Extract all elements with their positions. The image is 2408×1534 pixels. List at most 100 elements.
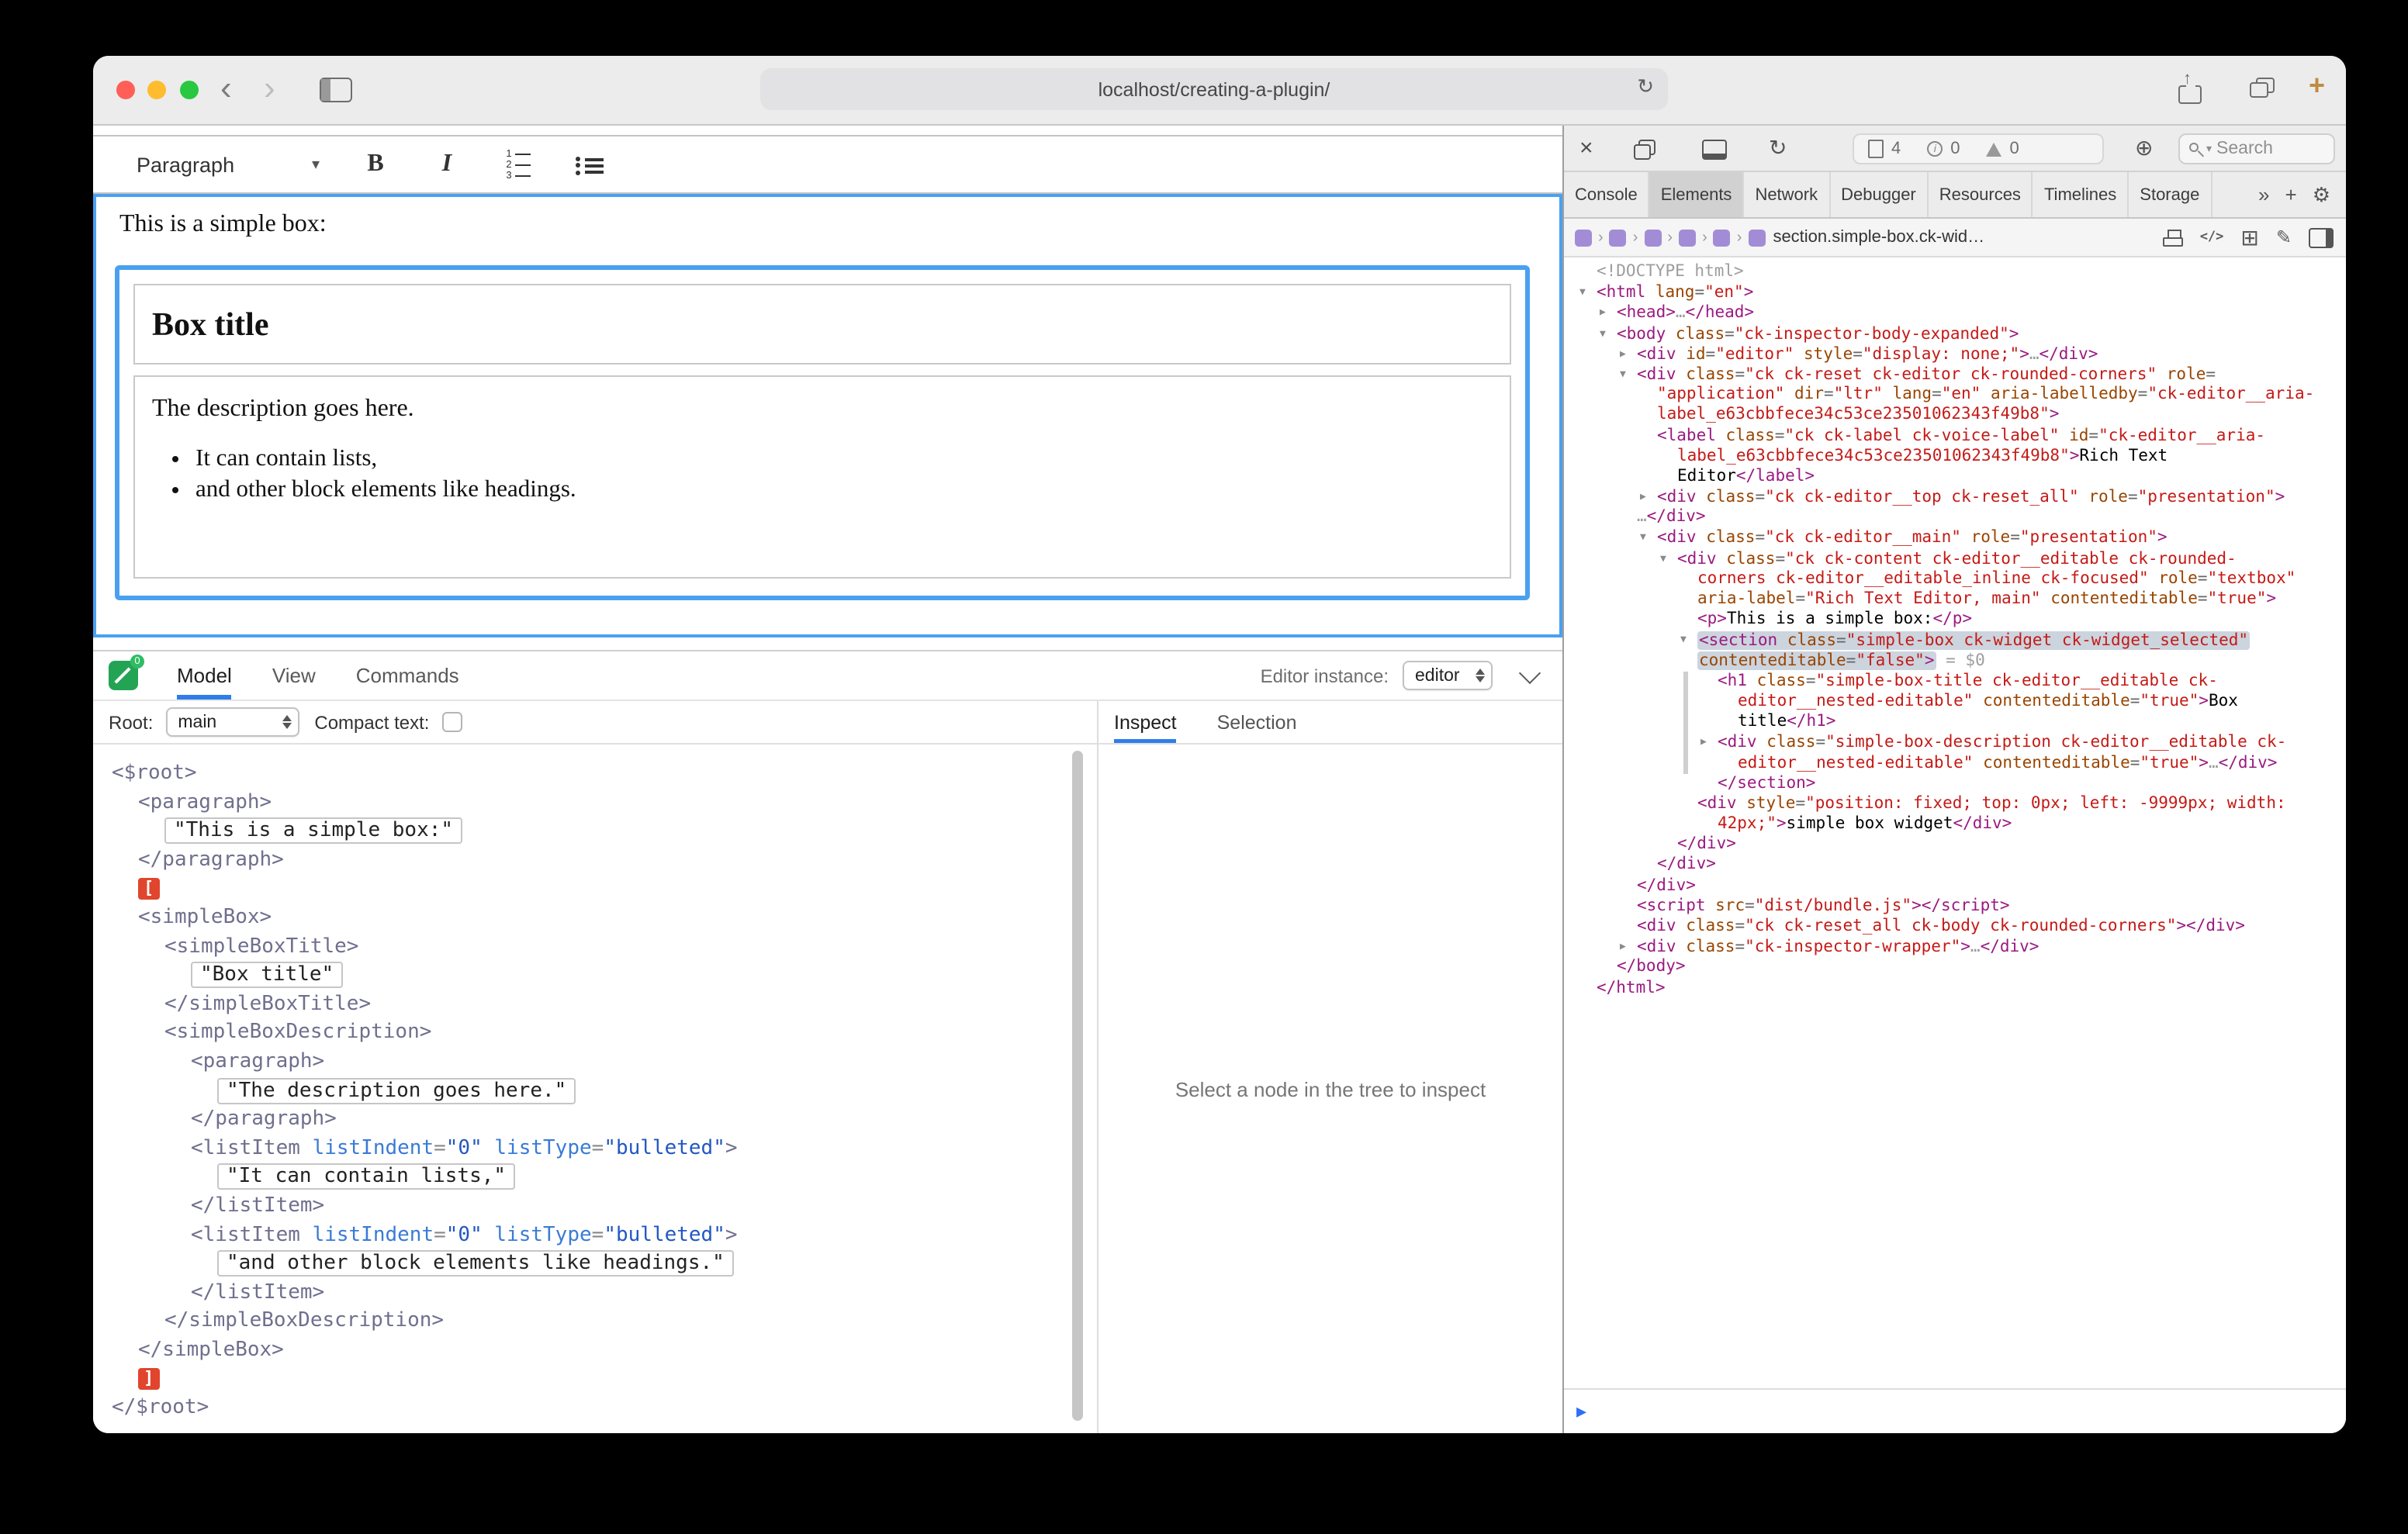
element-icon[interactable]	[1610, 229, 1627, 246]
dom-tree-line[interactable]: 42px;">simple box widget</div>	[1564, 814, 2346, 834]
model-tree-line[interactable]: <simpleBoxDescription>	[93, 1020, 1097, 1049]
resource-count-button[interactable]: 4	[1868, 140, 1901, 158]
dom-tree-line[interactable]: </section>	[1564, 773, 2346, 793]
model-tree-line[interactable]: "Box title"	[93, 962, 1097, 990]
dom-tree-line[interactable]: <!DOCTYPE html>	[1564, 262, 2346, 282]
model-tree-line[interactable]: <$root>	[93, 760, 1097, 789]
dom-tree-line[interactable]: "application" dir="ltr" lang="en" aria-l…	[1564, 385, 2346, 405]
grid-overlay-button[interactable]: ⊞	[2240, 226, 2258, 248]
overflow-tabs-button[interactable]: »	[2258, 183, 2269, 206]
model-tree-scrollbar[interactable]	[1072, 751, 1083, 1421]
details-sidebar-button[interactable]	[2309, 227, 2334, 247]
italic-button[interactable]: I	[431, 150, 462, 178]
model-tree-line[interactable]: "It can contain lists,"	[93, 1164, 1097, 1193]
dom-tree-line[interactable]: ▼<div class="ck ck-reset ck-editor ck-ro…	[1564, 364, 2346, 385]
reload-icon[interactable]: ↻	[1637, 74, 1654, 99]
model-tree-line[interactable]: <simpleBox>	[93, 904, 1097, 933]
model-tree-line[interactable]: </simpleBoxDescription>	[93, 1308, 1097, 1337]
sidebar-toggle-button[interactable]	[320, 78, 352, 102]
devtools-tab-network[interactable]: Network	[1744, 172, 1830, 217]
model-tree-line[interactable]: <simpleBoxTitle>	[93, 933, 1097, 962]
dom-tree-line[interactable]: <p>This is a simple box:</p>	[1564, 610, 2346, 630]
reload-page-button[interactable]: ↻	[1769, 135, 1787, 161]
bulleted-list-button[interactable]	[574, 155, 605, 174]
dom-tree-line[interactable]: Editor</label>	[1564, 467, 2346, 487]
dom-tree-line[interactable]: editor__nested-editable" contenteditable…	[1564, 692, 2346, 712]
model-tree-line[interactable]: <paragraph>	[93, 1049, 1097, 1077]
dom-tree-line[interactable]: ▼<div class="ck ck-content ck-editor__ed…	[1564, 548, 2346, 568]
model-tree-line[interactable]: <paragraph>	[93, 789, 1097, 817]
add-tab-button[interactable]: +	[2285, 183, 2297, 206]
model-tree-line[interactable]: </listItem>	[93, 1193, 1097, 1221]
dom-tree-line[interactable]: <label class="ck ck-label ck-voice-label…	[1564, 426, 2346, 446]
dom-tree-line[interactable]: <div class="ck ck-reset_all ck-body ck-r…	[1564, 917, 2346, 937]
disclosure-closed-icon[interactable]: ▶	[1620, 344, 1637, 364]
collapse-inspector-button[interactable]	[1519, 662, 1541, 683]
back-button[interactable]: ‹	[220, 68, 232, 109]
disclosure-closed-icon[interactable]: ▶	[1620, 937, 1637, 957]
dom-tree-line[interactable]: aria-label="Rich Text Editor, main" cont…	[1564, 589, 2346, 610]
dock-side-button[interactable]	[1702, 140, 1727, 160]
heading-dropdown[interactable]: Paragraph ▾	[137, 153, 320, 176]
devtools-search[interactable]: ▾	[2178, 133, 2335, 164]
model-tree-line[interactable]: "This is a simple box:"	[93, 817, 1097, 846]
dom-tree-line[interactable]: contenteditable="false"> = $0	[1564, 651, 2346, 671]
devtools-tab-console[interactable]: Console	[1564, 172, 1650, 217]
dom-tree-line[interactable]: ▶<div class="ck-inspector-wrapper">…</di…	[1564, 937, 2346, 957]
model-tree-line[interactable]: <listItem listIndent="0" listType="bulle…	[93, 1221, 1097, 1250]
model-tree-line[interactable]: ]	[93, 1366, 1097, 1394]
model-tree-line[interactable]: "and other block elements like headings.…	[93, 1250, 1097, 1279]
dom-tree-line[interactable]: title</h1>	[1564, 712, 2346, 732]
disclosure-open-icon[interactable]: ▼	[1640, 528, 1657, 548]
close-window-button[interactable]	[116, 81, 135, 99]
model-tree-line[interactable]: </$root>	[93, 1394, 1097, 1423]
share-button[interactable]: ↑	[2178, 74, 2202, 104]
box-description-editable[interactable]: The description goes here. It can contai…	[133, 375, 1511, 579]
dom-tree-line[interactable]: </div>	[1564, 876, 2346, 896]
devtools-tab-debugger[interactable]: Debugger	[1830, 172, 1929, 217]
close-devtools-button[interactable]: ×	[1579, 135, 1593, 161]
disclosure-open-icon[interactable]: ▼	[1660, 548, 1677, 568]
dom-tree-line[interactable]: editor__nested-editable" contenteditable…	[1564, 753, 2346, 773]
url-field[interactable]: localhost/creating-a-plugin/ ↻	[760, 68, 1668, 110]
dom-tree-line[interactable]: label_e63cbbfece34c53ce23501062343f49b8"…	[1564, 406, 2346, 426]
dom-tree-line[interactable]: ▼<html lang="en">	[1564, 282, 2346, 302]
detach-devtools-button[interactable]	[1634, 140, 1654, 158]
inspect-tab-inspect[interactable]: Inspect	[1114, 701, 1177, 743]
rich-text-editor[interactable]: This is a simple box: Box title The desc…	[93, 194, 1562, 637]
dom-tree-line[interactable]: ▶<div class="simple-box-description ck-e…	[1564, 733, 2346, 753]
element-icon[interactable]	[1679, 229, 1696, 246]
minimize-window-button[interactable]	[147, 81, 166, 99]
model-tree-line[interactable]: [	[93, 876, 1097, 904]
dom-tree-line[interactable]: <div style="position: fixed; top: 0px; l…	[1564, 794, 2346, 814]
box-title-editable[interactable]: Box title	[133, 284, 1511, 364]
breadcrumb-current[interactable]: section.simple-box.ck-wid…	[1773, 228, 1984, 247]
disclosure-open-icon[interactable]: ▼	[1620, 364, 1637, 385]
element-icon[interactable]	[1575, 229, 1592, 246]
tab-overview-button[interactable]	[2250, 78, 2275, 99]
bold-button[interactable]: B	[360, 150, 391, 178]
new-tab-button[interactable]: +	[2309, 70, 2325, 102]
dom-tree-line[interactable]: </div>	[1564, 835, 2346, 855]
dom-tree-line[interactable]: ▶<div id="editor" style="display: none;"…	[1564, 344, 2346, 364]
devtools-tab-timelines[interactable]: Timelines	[2033, 172, 2129, 217]
devtools-tab-resources[interactable]: Resources	[1929, 172, 2033, 217]
element-icon[interactable]	[1714, 229, 1731, 246]
search-input[interactable]	[2216, 140, 2327, 158]
dom-tree-line[interactable]: ▼<section class="simple-box ck-widget ck…	[1564, 631, 2346, 651]
dom-tree-line[interactable]: ▼<div class="ck ck-editor__main" role="p…	[1564, 528, 2346, 548]
model-tree-line[interactable]: </simpleBox>	[93, 1337, 1097, 1366]
element-picker-button[interactable]: ⊕	[2135, 135, 2153, 161]
error-count-button[interactable]: i 0	[1927, 140, 1960, 158]
zoom-window-button[interactable]	[180, 81, 199, 99]
disclosure-closed-icon[interactable]: ▶	[1700, 733, 1718, 753]
dom-tree-line[interactable]: <h1 class="simple-box-title ck-editor__e…	[1564, 672, 2346, 692]
ck-tab-commands[interactable]: Commands	[356, 651, 459, 700]
model-tree-line[interactable]: <listItem listIndent="0" listType="bulle…	[93, 1135, 1097, 1163]
element-icon[interactable]	[1748, 229, 1765, 246]
numbered-list-button[interactable]: 123	[503, 149, 534, 181]
console-prompt[interactable]: ▸	[1564, 1388, 2346, 1433]
ck-tab-model[interactable]: Model	[177, 651, 232, 700]
warning-count-button[interactable]: 0	[1987, 140, 2019, 158]
model-tree-line[interactable]: </paragraph>	[93, 847, 1097, 876]
